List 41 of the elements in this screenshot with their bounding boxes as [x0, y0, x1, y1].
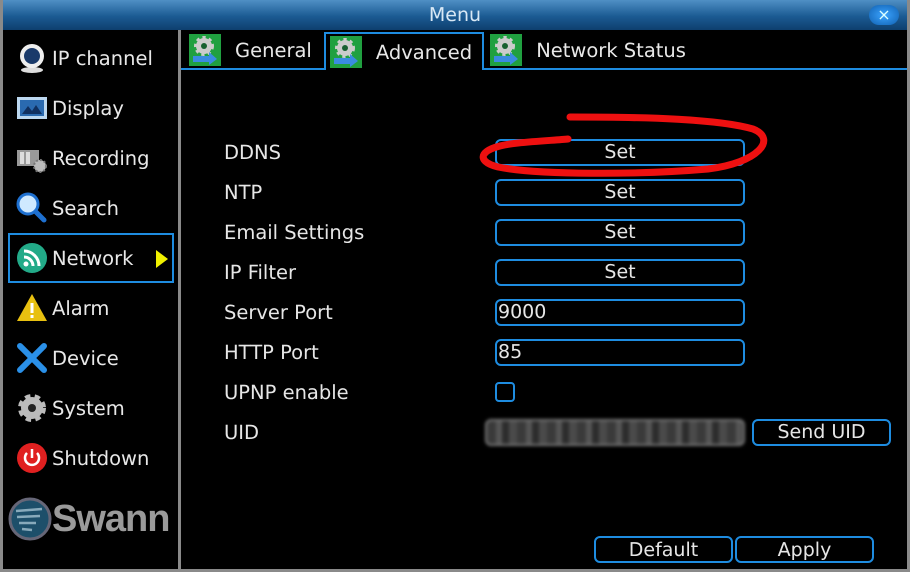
- sidebar-item[interactable]: System: [8, 383, 174, 433]
- setting-label: UID: [224, 420, 260, 444]
- warning-icon: [16, 292, 48, 324]
- power-icon: [16, 442, 48, 474]
- sidebar-item[interactable]: Shutdown: [8, 433, 174, 483]
- blurred-field[interactable]: [485, 418, 745, 446]
- set-button[interactable]: Set: [495, 178, 745, 206]
- setting-label: NTP: [224, 180, 264, 204]
- sidebar-item[interactable]: Device: [8, 333, 174, 383]
- search-icon: [16, 192, 48, 224]
- set-button[interactable]: Set: [495, 218, 745, 246]
- sidebar-item[interactable]: Display: [8, 83, 174, 133]
- setting-label: DDNS: [224, 140, 282, 164]
- setting-label: HTTP Port: [224, 340, 320, 364]
- setting-label: Server Port: [224, 300, 334, 324]
- input-field[interactable]: 85: [495, 338, 745, 366]
- sidebar-item[interactable]: IP channel: [8, 33, 174, 83]
- rss-icon: [16, 242, 48, 274]
- gear-icon: [490, 34, 522, 66]
- gear-icon: [330, 36, 362, 68]
- gear-icon: [16, 392, 48, 424]
- footer-button[interactable]: Apply: [735, 536, 874, 563]
- set-button[interactable]: Set: [495, 138, 745, 166]
- gear-icon: [189, 34, 221, 66]
- sidebar-item[interactable]: Search: [8, 183, 174, 233]
- setting-label: IP Filter: [224, 260, 298, 284]
- footer-button[interactable]: Default: [594, 536, 733, 563]
- logo-icon: [8, 497, 52, 541]
- sidebar-item[interactable]: Alarm: [8, 283, 174, 333]
- input-field[interactable]: 9000: [495, 298, 745, 326]
- tab[interactable]: Advanced: [324, 32, 484, 70]
- window-title: Menu: [428, 4, 482, 26]
- logo-text: Swann: [52, 498, 170, 540]
- set-button[interactable]: Set: [495, 258, 745, 286]
- setting-label: UPNP enable: [224, 380, 350, 404]
- setting-label: Email Settings: [224, 220, 366, 244]
- send-uid-button[interactable]: Send UID: [752, 418, 891, 446]
- arrow-icon: [156, 250, 168, 268]
- checkbox[interactable]: [495, 382, 515, 402]
- sidebar-item[interactable]: Recording: [8, 133, 174, 183]
- sidebar-item[interactable]: Network: [8, 233, 174, 283]
